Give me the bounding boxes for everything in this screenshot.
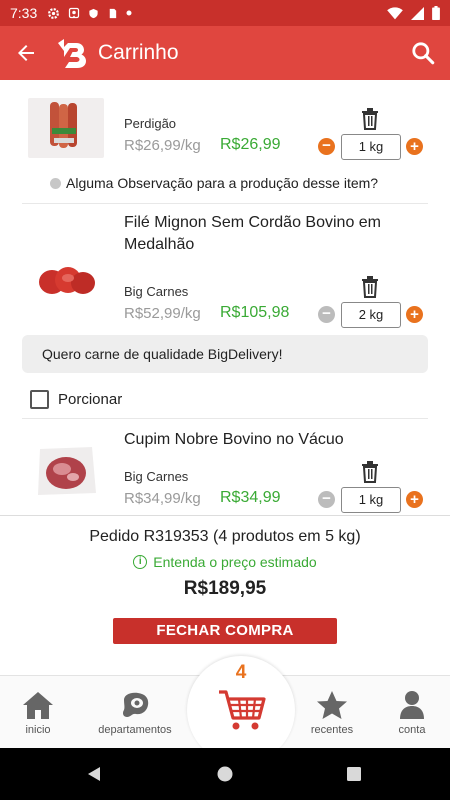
person-icon (400, 691, 424, 719)
home-circle-icon[interactable] (217, 766, 233, 782)
star-icon (317, 691, 347, 719)
gear-icon (48, 7, 60, 19)
system-navigation-bar (0, 748, 450, 800)
trash-icon[interactable] (360, 108, 380, 130)
location-icon (69, 7, 80, 18)
cart-list[interactable]: Perdigão R$26,99/kg R$26,99 − 1 kg + Alg… (0, 80, 450, 515)
system-icons (387, 6, 440, 20)
product-brand: Big Carnes (124, 469, 189, 484)
sd-card-icon (110, 8, 117, 18)
radio-icon (50, 177, 61, 189)
product-image (28, 250, 104, 310)
nav-recent[interactable]: recentes (287, 690, 377, 736)
price-hint-label: Entenda o preço estimado (153, 554, 317, 570)
nav-departments[interactable]: departamentos (90, 690, 180, 736)
cart-item: Cupim Nobre Bovino no Vácuo Big Carnes R… (22, 429, 428, 515)
item-total-price: R$34,99 (220, 489, 281, 506)
dot-icon (126, 10, 132, 16)
shield-icon (89, 8, 98, 18)
product-brand: Big Carnes (124, 284, 189, 299)
quantity-field[interactable]: 1 kg (341, 134, 401, 160)
clock: 7:33 (10, 5, 38, 21)
arrow-left-icon (18, 45, 34, 61)
nav-departments-label: departamentos (98, 724, 172, 736)
increase-quantity-button[interactable]: + (406, 491, 423, 508)
order-info: Pedido R319353 (4 produtos em 5 kg) (89, 528, 361, 545)
item-total-price: R$26,99 (220, 136, 281, 153)
observation-label: Alguma Observação para a produção desse … (66, 175, 379, 191)
wifi-icon (387, 6, 403, 19)
home-icon (23, 692, 53, 719)
portion-label: Porcionar (58, 391, 123, 408)
price-hint-link[interactable]: i Entenda o preço estimado (0, 554, 450, 570)
product-image (28, 98, 104, 158)
product-image (28, 441, 104, 501)
cart-count-badge: 4 (235, 662, 247, 683)
decrease-quantity-button[interactable]: − (318, 138, 335, 155)
battery-icon (432, 6, 440, 20)
product-name: Cupim Nobre Bovino no Vácuo (124, 431, 344, 448)
observation-note[interactable]: Quero carne de qualidade BigDelivery! (22, 335, 428, 373)
unit-price: R$26,99/kg (124, 137, 201, 154)
search-button[interactable] (396, 26, 450, 80)
product-brand: Perdigão (124, 116, 177, 131)
quantity-field[interactable]: 2 kg (341, 302, 401, 328)
observation-toggle[interactable]: Alguma Observação para a produção desse … (50, 175, 378, 191)
bigdelivery-logo (58, 39, 86, 68)
trash-icon[interactable] (360, 461, 380, 483)
checkbox-icon (30, 390, 49, 409)
notification-icons (47, 7, 132, 20)
nav-home[interactable]: inicio (0, 690, 83, 736)
order-summary: Pedido R319353 (4 produtos em 5 kg) i En… (0, 515, 450, 675)
page-title: Carrinho (98, 41, 179, 64)
checkout-button[interactable]: FECHAR COMPRA (113, 618, 337, 644)
item-total-price: R$105,98 (220, 304, 290, 321)
nav-account[interactable]: conta (367, 690, 450, 736)
decrease-quantity-button[interactable]: − (318, 306, 335, 323)
info-icon: i (133, 555, 148, 569)
divider (22, 418, 428, 419)
increase-quantity-button[interactable]: + (406, 138, 423, 155)
recent-apps-icon[interactable] (346, 766, 362, 782)
signal-icon (411, 6, 424, 20)
order-total: R$189,95 (183, 578, 267, 599)
unit-price: R$52,99/kg (124, 305, 201, 322)
nav-recent-label: recentes (310, 724, 354, 736)
back-button[interactable] (0, 26, 52, 80)
cart-item: Perdigão R$26,99/kg R$26,99 − 1 kg + Alg… (22, 80, 428, 205)
vacuum-meat-icon (38, 447, 96, 495)
unit-price: R$34,99/kg (124, 490, 201, 507)
sausages-icon (50, 102, 77, 148)
product-name-continued: Medalhão (124, 236, 195, 253)
back-triangle-icon[interactable] (86, 766, 102, 782)
status-bar: 7:33 (0, 0, 450, 26)
product-name: Filé Mignon Sem Cordão Bovino em (124, 214, 382, 231)
portion-checkbox[interactable]: Porcionar (30, 390, 122, 409)
quantity-field[interactable]: 1 kg (341, 487, 401, 513)
shopping-cart-icon (219, 690, 266, 730)
steak-icon (123, 692, 149, 717)
increase-quantity-button[interactable]: + (406, 306, 423, 323)
nav-home-label: inicio (25, 724, 51, 736)
app-bar: Carrinho (0, 26, 450, 80)
divider (22, 203, 428, 204)
nav-account-label: conta (398, 724, 426, 736)
trash-icon[interactable] (360, 276, 380, 298)
search-icon (412, 42, 435, 65)
decrease-quantity-button[interactable]: − (318, 491, 335, 508)
cart-item: Filé Mignon Sem Cordão Bovino em Medalhã… (22, 212, 428, 417)
steak-icon (39, 267, 95, 294)
